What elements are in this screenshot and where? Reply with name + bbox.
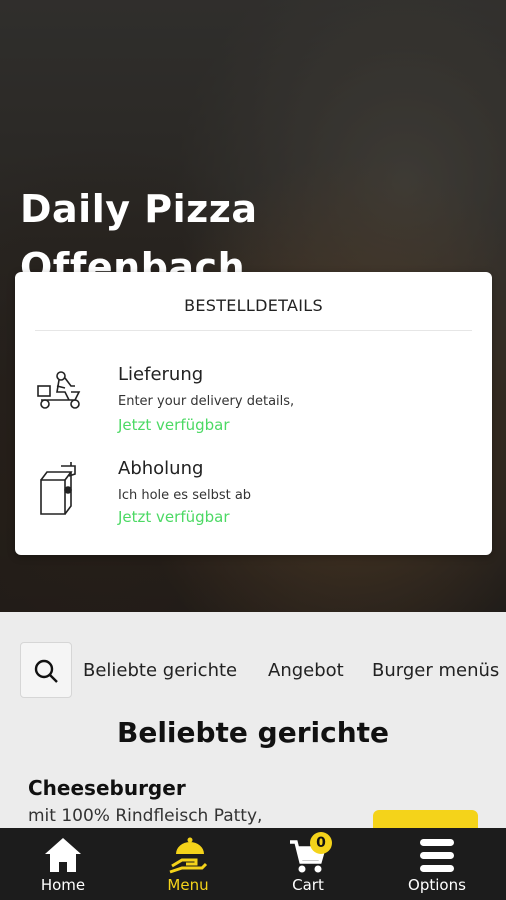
dish-description: mit 100% Rindfleisch Patty,: [28, 806, 263, 826]
takeaway-bag-icon: [35, 460, 93, 520]
availability-status: Jetzt verfügbar: [118, 416, 230, 434]
nav-cart[interactable]: 0 Cart: [258, 828, 358, 900]
category-tab-offers[interactable]: Angebot: [268, 660, 344, 681]
nav-menu[interactable]: Menu: [138, 828, 238, 900]
home-icon: [45, 838, 81, 872]
category-bar: Beliebte gerichte Angebot Burger menüs: [0, 612, 506, 700]
nav-options[interactable]: Options: [387, 828, 487, 900]
cart-count-badge: 0: [310, 832, 332, 854]
dish-name[interactable]: Cheeseburger: [28, 776, 186, 800]
modal-title: BESTELLDETAILS: [184, 296, 323, 315]
delivery-scooter-icon: [35, 366, 93, 426]
section-title: Beliebte gerichte: [116, 716, 390, 749]
nav-home[interactable]: Home: [13, 828, 113, 900]
category-tab-popular[interactable]: Beliebte gerichte: [83, 660, 237, 681]
availability-status: Jetzt verfügbar: [118, 508, 230, 526]
option-title: Lieferung: [118, 364, 204, 385]
option-description: Ich hole es selbst ab: [118, 488, 252, 503]
bottom-navigation: Home Menu 0 Cart Options: [0, 828, 506, 900]
category-tab-burger-menus[interactable]: Burger menüs: [372, 660, 499, 681]
option-description: Enter your delivery details,: [118, 394, 295, 409]
option-title: Abholung: [118, 458, 204, 479]
modal-divider: [35, 330, 472, 331]
menu-cloche-icon: [169, 837, 208, 874]
pickup-option[interactable]: Abholung Ich hole es selbst ab Jetzt ver…: [35, 458, 472, 528]
nav-label: Cart: [292, 876, 324, 894]
nav-label: Options: [408, 876, 466, 894]
delivery-option[interactable]: Lieferung Enter your delivery details, J…: [35, 364, 472, 434]
nav-label: Home: [40, 876, 86, 894]
nav-label: Menu: [167, 876, 209, 894]
order-details-modal: BESTELLDETAILS Lieferung Enter your deli…: [15, 272, 492, 555]
options-icon: [420, 839, 454, 872]
search-icon: [34, 659, 58, 683]
search-button[interactable]: [20, 642, 72, 698]
